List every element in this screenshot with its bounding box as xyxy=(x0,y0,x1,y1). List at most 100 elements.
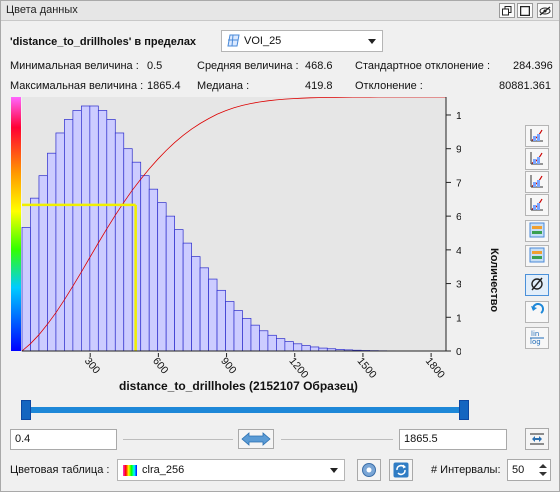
voi-select[interactable]: VOI_25 xyxy=(221,30,383,52)
color-wheel-icon xyxy=(362,463,376,477)
max-label: Максимальная величина : xyxy=(10,80,144,92)
histogram-bar xyxy=(72,110,82,352)
histogram-bar xyxy=(191,256,201,352)
colormap-icon xyxy=(529,222,545,241)
histogram-bar xyxy=(233,310,243,352)
intervals-spinbox[interactable]: 50 xyxy=(507,459,551,481)
range-max-input[interactable]: 1865.5 xyxy=(399,429,507,450)
fit-width-icon xyxy=(530,433,544,445)
data-colors-window: Цвета данных 'distance_to_drillholes' в … xyxy=(0,0,560,492)
x-tick-label: 600 xyxy=(150,355,171,376)
x-tick-label: 900 xyxy=(218,355,239,376)
histogram-bar xyxy=(55,132,65,352)
y-tick-label: 30000 xyxy=(456,279,461,291)
undo-button[interactable] xyxy=(525,301,549,323)
reset-range-button[interactable] xyxy=(238,429,274,449)
chevron-down-icon xyxy=(368,39,376,44)
max-value: 1865.4 xyxy=(147,80,181,92)
maximize-button[interactable] xyxy=(517,3,533,18)
y-tick-label: 15000 xyxy=(456,312,461,324)
lin-log-icon: lin log xyxy=(528,328,546,349)
refresh-button[interactable] xyxy=(389,459,413,481)
title-bar: Цвета данных xyxy=(1,1,559,21)
histogram-bar xyxy=(106,119,116,352)
undo-icon xyxy=(529,302,545,322)
min-label: Минимальная величина : xyxy=(10,60,139,72)
cdf-chart-button[interactable] xyxy=(525,194,549,216)
histogram-bar xyxy=(148,188,159,352)
svg-text:lin: lin xyxy=(531,330,539,338)
color-table-select[interactable]: clra_256 xyxy=(117,459,345,481)
hide-button[interactable] xyxy=(537,3,553,18)
clear-button[interactable] xyxy=(525,274,549,296)
colormap-icon-2 xyxy=(529,247,545,266)
window-title: Цвета данных xyxy=(6,4,78,16)
y-tick-label: 90000 xyxy=(456,144,461,156)
intervals-label: # Интервалы: xyxy=(431,464,501,476)
variance-value: 80881.361 xyxy=(499,80,551,92)
std-value: 284.396 xyxy=(513,60,553,72)
histogram-bar xyxy=(157,202,167,352)
variable-label: 'distance_to_drillholes' в пределах xyxy=(10,36,197,48)
cdf-chart-icon-4 xyxy=(529,196,545,215)
expand-range-icon xyxy=(241,432,271,446)
histogram-bar xyxy=(216,289,226,352)
range-slider-track xyxy=(23,407,467,413)
median-label: Медиана : xyxy=(197,80,250,92)
mean-label: Средняя величина : xyxy=(197,60,299,72)
y-tick-label: 45000 xyxy=(456,245,461,257)
histogram-bar xyxy=(123,148,133,352)
y-tick-label: 105000 xyxy=(456,110,461,122)
x-tick-label: 1800 xyxy=(423,355,447,381)
voi-select-value: VOI_25 xyxy=(244,35,282,47)
histogram-bar xyxy=(140,175,150,352)
histogram-bar xyxy=(259,330,269,352)
histogram-bar xyxy=(21,227,31,352)
color-mapping-button[interactable] xyxy=(525,245,549,267)
range-divider-right xyxy=(281,439,393,440)
eye-hidden-icon xyxy=(539,5,551,16)
histogram-bar xyxy=(182,242,192,352)
histogram-bar xyxy=(38,175,48,352)
histogram-bar xyxy=(267,334,277,352)
range-min-input[interactable]: 0.4 xyxy=(10,429,117,450)
histogram-bar xyxy=(47,152,57,352)
histogram-bar xyxy=(199,267,209,352)
cdf-chart-button[interactable] xyxy=(525,125,549,147)
svg-text:log: log xyxy=(530,338,541,346)
fit-range-button[interactable] xyxy=(525,428,549,450)
refresh-icon xyxy=(393,462,409,478)
histogram-bar xyxy=(242,318,252,352)
color-mapping-button[interactable] xyxy=(525,220,549,242)
color-table-value: clra_256 xyxy=(142,464,185,476)
cdf-chart-icon-3 xyxy=(529,173,545,192)
cdf-chart-button[interactable] xyxy=(525,171,549,193)
chevron-down-icon xyxy=(330,468,338,473)
y-axis-label: Количество xyxy=(488,248,500,313)
color-table-label: Цветовая таблица : xyxy=(10,464,110,476)
color-table-swatch-icon xyxy=(123,465,137,476)
x-tick-label: 300 xyxy=(82,355,103,376)
range-min-handle[interactable] xyxy=(21,400,31,420)
cdf-chart-button[interactable] xyxy=(525,148,549,170)
edit-color-table-button[interactable] xyxy=(357,459,381,481)
cdf-chart-icon-2 xyxy=(529,150,545,169)
lin-log-toggle-button[interactable]: lin log xyxy=(525,327,549,349)
range-slider[interactable] xyxy=(21,398,469,426)
float-window-button[interactable] xyxy=(499,3,515,18)
maximize-icon xyxy=(520,5,530,16)
color-scale-bar xyxy=(11,97,21,351)
histogram-bar xyxy=(301,345,311,352)
histogram-bar xyxy=(89,105,99,352)
histogram-bar xyxy=(30,197,40,352)
y-tick-label: 60000 xyxy=(456,211,461,223)
cdf-chart-icon xyxy=(529,127,545,146)
range-max-handle[interactable] xyxy=(459,400,469,420)
histogram-chart[interactable]: 0150003000045000600007500090000105000 xyxy=(9,97,461,357)
histogram-bar xyxy=(114,132,125,352)
std-label: Стандартное отклонение : xyxy=(355,60,491,72)
empty-set-icon xyxy=(529,276,545,295)
histogram-bar xyxy=(284,341,294,352)
histogram-bar xyxy=(293,343,303,352)
voi-icon xyxy=(226,34,241,51)
